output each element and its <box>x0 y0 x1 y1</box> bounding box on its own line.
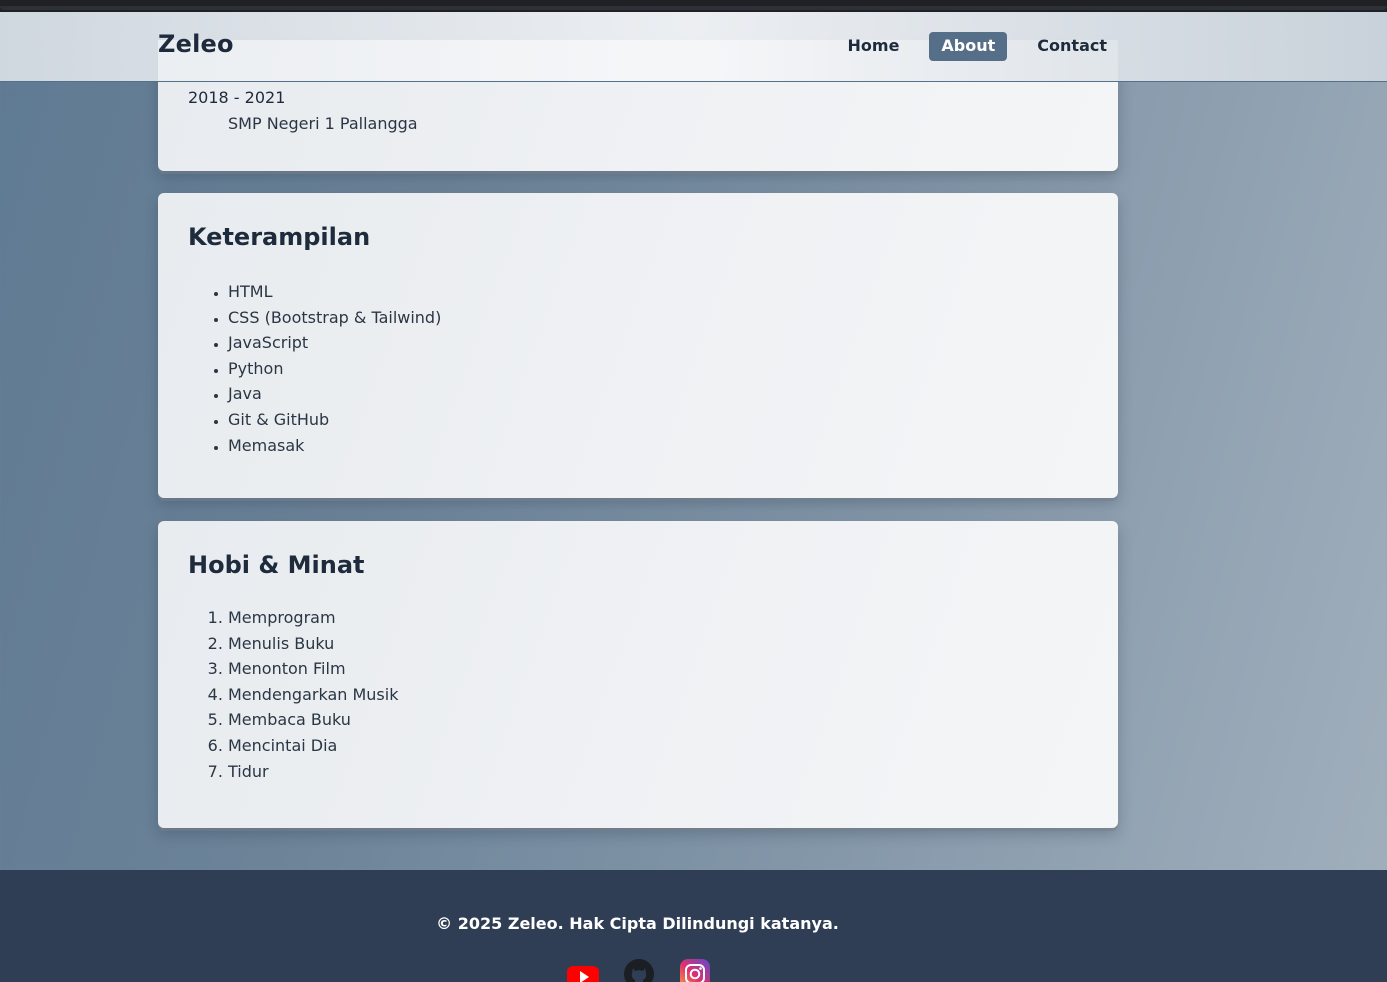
education-years: 2018 - 2021 <box>188 88 286 107</box>
skill-item: Java <box>228 381 441 407</box>
copyright-text: © 2025 Zeleo. Hak Cipta Dilindungi katan… <box>436 914 839 933</box>
social-links <box>567 958 711 982</box>
hobby-item: Tidur <box>228 759 398 785</box>
hobby-item: Membaca Buku <box>228 707 398 733</box>
hobby-item: Mendengarkan Musik <box>228 682 398 708</box>
nav-about-link[interactable]: About <box>929 32 1008 61</box>
skill-item: HTML <box>228 279 441 305</box>
skill-item: Memasak <box>228 433 441 459</box>
browser-top-strip <box>0 0 1387 12</box>
github-icon[interactable] <box>623 958 655 982</box>
brand-logo[interactable]: Zeleo <box>158 30 234 58</box>
hobby-item: Menonton Film <box>228 656 398 682</box>
hobbies-list: Memprogram Menulis Buku Menonton Film Me… <box>228 605 398 784</box>
skills-card: Keterampilan HTML CSS (Bootstrap & Tailw… <box>158 193 1118 498</box>
instagram-icon[interactable] <box>679 958 711 982</box>
skills-list: HTML CSS (Bootstrap & Tailwind) JavaScri… <box>228 279 441 458</box>
skill-item: Python <box>228 356 441 382</box>
skill-item: Git & GitHub <box>228 407 441 433</box>
hobby-item: Mencintai Dia <box>228 733 398 759</box>
navbar: Zeleo Home About Contact <box>0 12 1387 82</box>
education-school: SMP Negeri 1 Pallangga <box>228 114 418 133</box>
nav-home-link[interactable]: Home <box>836 32 912 61</box>
nav-contact-link[interactable]: Contact <box>1025 32 1119 61</box>
hobbies-card: Hobi & Minat Memprogram Menulis Buku Men… <box>158 521 1118 828</box>
footer: © 2025 Zeleo. Hak Cipta Dilindungi katan… <box>0 870 1387 982</box>
skill-item: JavaScript <box>228 330 441 356</box>
hobbies-title: Hobi & Minat <box>188 551 365 579</box>
hobby-item: Menulis Buku <box>228 631 398 657</box>
youtube-icon[interactable] <box>567 958 599 982</box>
hobby-item: Memprogram <box>228 605 398 631</box>
nav-links: Home About Contact <box>836 32 1119 61</box>
skills-title: Keterampilan <box>188 223 371 251</box>
skill-item: CSS (Bootstrap & Tailwind) <box>228 305 441 331</box>
